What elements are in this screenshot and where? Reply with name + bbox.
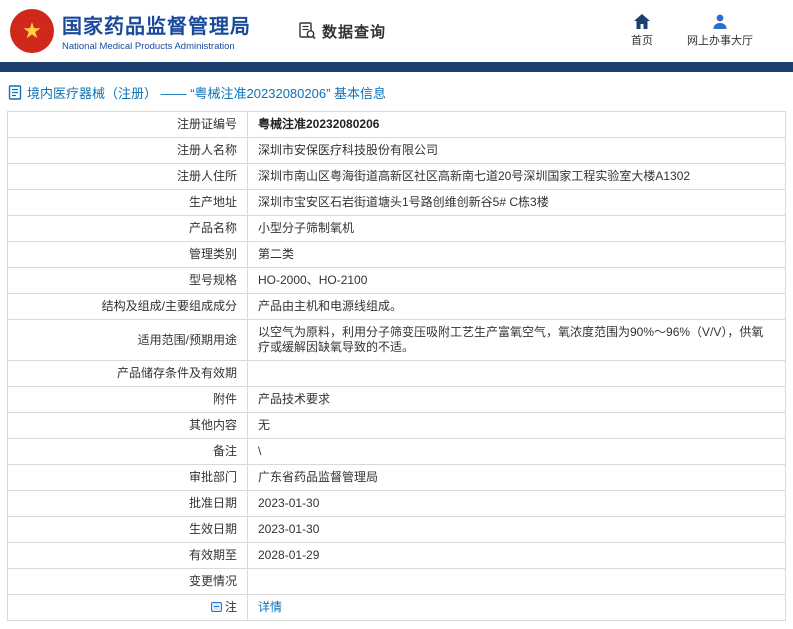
row-label: 注 — [7, 594, 248, 621]
row-value: 小型分子筛制氧机 — [247, 215, 786, 242]
agency-name-cn: 国家药品监督管理局 — [62, 16, 251, 38]
row-value: 粤械注准20232080206 — [247, 111, 786, 138]
row-label: 备注 — [7, 438, 248, 465]
table-row: 结构及组成/主要组成成分 产品由主机和电源线组成。 — [7, 293, 786, 320]
row-value: 2028-01-29 — [247, 542, 786, 569]
detail-link[interactable]: 详情 — [258, 600, 282, 614]
row-label: 型号规格 — [7, 267, 248, 294]
row-label: 产品名称 — [7, 215, 248, 242]
row-label: 变更情况 — [7, 568, 248, 595]
info-table-body: 注册证编号 粤械注准20232080206 注册人名称 深圳市安保医疗科技股份有限公司… — [7, 111, 786, 621]
row-label: 生产地址 — [7, 189, 248, 216]
table-row: 注册证编号 粤械注准20232080206 — [7, 111, 786, 138]
row-value — [247, 360, 786, 387]
row-label: 注册人名称 — [7, 137, 248, 164]
row-value: 无 — [247, 412, 786, 439]
nav-home[interactable]: 首页 — [631, 14, 653, 48]
table-row: 其他内容无 — [7, 412, 786, 439]
row-value: \ — [247, 438, 786, 465]
row-value: 产品由主机和电源线组成。 — [247, 293, 786, 320]
row-value: 深圳市南山区粤海街道高新区社区高新南七道20号深圳国家工程实验室大楼A1302 — [247, 163, 786, 190]
row-label: 附件 — [7, 386, 248, 413]
national-emblem-icon: ★ — [10, 9, 54, 53]
page-title-row: 境内医疗器械（注册） —— “粤械注准20232080206” 基本信息 — [0, 72, 793, 111]
row-value: 2023-01-30 — [247, 490, 786, 517]
note-icon — [210, 602, 222, 612]
row-label: 有效期至 — [7, 542, 248, 569]
row-label: 其他内容 — [7, 412, 248, 439]
row-label: 注册人住所 — [7, 163, 248, 190]
nav-service-hall-label: 网上办事大厅 — [687, 35, 753, 47]
table-row: 生效日期 2023-01-30 — [7, 516, 786, 543]
user-icon — [713, 14, 727, 29]
table-row: 备注 \ — [7, 438, 786, 465]
table-row: 生产地址 深圳市宝安区石岩街道塘头1号路创维创新谷5# C栋3楼 — [7, 189, 786, 216]
row-label: 注册证编号 — [7, 111, 248, 138]
home-icon — [634, 14, 650, 29]
table-row: 有效期至 2028-01-29 — [7, 542, 786, 569]
nav-service-hall[interactable]: 网上办事大厅 — [687, 14, 753, 48]
row-label: 审批部门 — [7, 464, 248, 491]
emblem-star-icon: ★ — [22, 18, 42, 43]
row-value — [247, 568, 786, 595]
table-row: 型号规格 HO-2000、HO-2100 — [7, 267, 786, 294]
table-row: 注册人名称 深圳市安保医疗科技股份有限公司 — [7, 137, 786, 164]
row-label: 生效日期 — [7, 516, 248, 543]
table-row: 适用范围/预期用途 以空气为原料，利用分子筛变压吸附工艺生产富氧空气，氧浓度范围为… — [7, 319, 786, 361]
navy-bar — [0, 62, 793, 72]
agency-title-block: 国家药品监督管理局 National Medical Products Admi… — [62, 10, 251, 52]
data-query-label: 数据查询 — [322, 23, 387, 41]
row-value: HO-2000、HO-2100 — [247, 267, 786, 294]
row-label: 适用范围/预期用途 — [7, 319, 248, 361]
row-label: 管理类别 — [7, 241, 248, 268]
data-query-section[interactable]: 数据查询 — [297, 21, 386, 42]
row-value: 深圳市安保医疗科技股份有限公司 — [247, 137, 786, 164]
table-row: 注册人住所 深圳市南山区粤海街道高新区社区高新南七道20号深圳国家工程实验室大楼A… — [7, 163, 786, 190]
row-value: 2023-01-30 — [247, 516, 786, 543]
row-value: 详情 — [247, 594, 786, 621]
row-value: 以空气为原料，利用分子筛变压吸附工艺生产富氧空气，氧浓度范围为90%～96%（V… — [247, 319, 786, 361]
page-title: 境内医疗器械（注册） —— “粤械注准20232080206” 基本信息 — [27, 86, 387, 101]
table-row: 审批部门 广东省药品监督管理局 — [7, 464, 786, 491]
row-value: 广东省药品监督管理局 — [247, 464, 786, 491]
table-row: 附件 产品技术要求 — [7, 386, 786, 413]
table-row: 产品储存条件及有效期 — [7, 360, 786, 387]
table-row: 管理类别 第二类 — [7, 241, 786, 268]
row-label: 产品储存条件及有效期 — [7, 360, 248, 387]
top-header: ★ 国家药品监督管理局 National Medical Products Ad… — [0, 0, 793, 62]
agency-name-en: National Medical Products Administration — [62, 41, 235, 52]
row-label: 批准日期 — [7, 490, 248, 517]
nav-home-label: 首页 — [631, 35, 653, 47]
table-row: 注详情 — [7, 594, 786, 621]
table-row: 批准日期 2023-01-30 — [7, 490, 786, 517]
document-search-icon — [299, 22, 316, 40]
document-icon — [8, 85, 22, 100]
table-row: 变更情况 — [7, 568, 786, 595]
registration-info-table: 注册证编号 粤械注准20232080206 注册人名称 深圳市安保医疗科技股份有限公司… — [7, 111, 786, 621]
row-value: 产品技术要求 — [247, 386, 786, 413]
row-label: 结构及组成/主要组成成分 — [7, 293, 248, 320]
row-value: 第二类 — [247, 241, 786, 268]
row-value: 深圳市宝安区石岩街道塘头1号路创维创新谷5# C栋3楼 — [247, 189, 786, 216]
table-row: 产品名称 小型分子筛制氧机 — [7, 215, 786, 242]
top-nav: 首页 网上办事大厅 — [631, 14, 779, 48]
